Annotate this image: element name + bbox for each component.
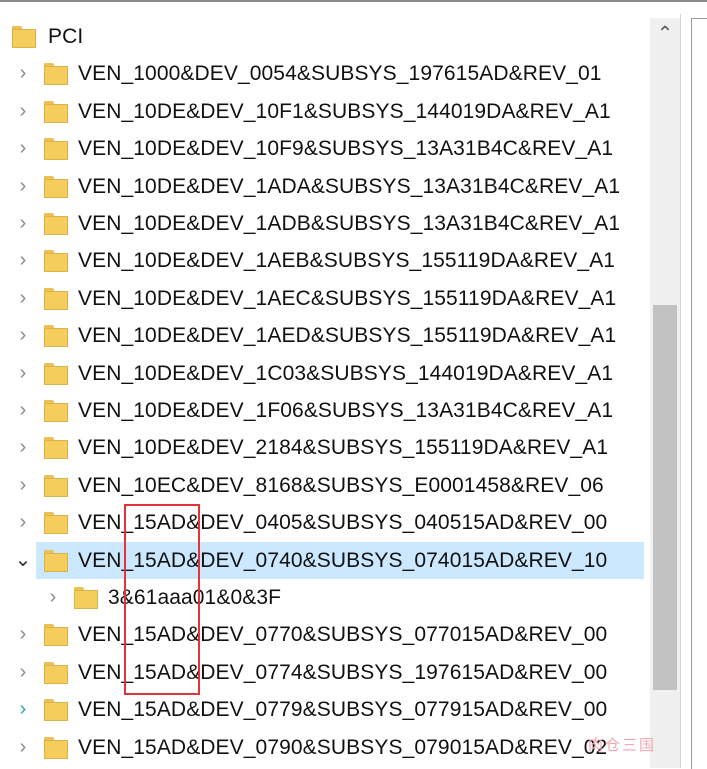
registry-tree[interactable]: PCI › VEN_1000&DEV_0054&SUBSYS_197615AD&R…: [0, 18, 650, 768]
chevron-right-icon[interactable]: ›: [16, 63, 30, 83]
chevron-right-icon[interactable]: ›: [16, 101, 30, 121]
chevron-right-icon[interactable]: ›: [16, 325, 30, 345]
chevron-right-icon[interactable]: ›: [16, 363, 30, 383]
tree-item-label: VEN_15AD&DEV_0779&SUBSYS_077915AD&REV_00: [78, 698, 608, 721]
chevron-right-icon[interactable]: ›: [16, 288, 30, 308]
chevron-right-icon[interactable]: ›: [16, 662, 30, 682]
tree-item[interactable]: › VEN_15AD&DEV_0774&SUBSYS_197615AD&REV_0…: [0, 654, 650, 691]
tree-item-label: VEN_15AD&DEV_0790&SUBSYS_079015AD&REV_02: [78, 736, 608, 759]
folder-icon: [44, 63, 68, 85]
tree-item[interactable]: › VEN_10DE&DEV_1F06&SUBSYS_13A31B4C&REV_A…: [0, 392, 650, 429]
chevron-right-icon[interactable]: ›: [16, 624, 30, 644]
tree-item-label: VEN_10DE&DEV_1AED&SUBSYS_155119DA&REV_A1: [78, 324, 617, 347]
folder-icon: [44, 737, 68, 759]
tree-item-label: VEN_10EC&DEV_8168&SUBSYS_E0001458&REV_06: [78, 474, 604, 497]
folder-icon: [44, 512, 68, 534]
tree-child-item[interactable]: › 3&61aaa01&0&3F: [0, 579, 650, 616]
tree-item[interactable]: › VEN_15AD&DEV_0770&SUBSYS_077015AD&REV_0…: [0, 616, 650, 653]
chevron-right-icon[interactable]: ›: [16, 512, 30, 532]
folder-icon: [44, 437, 68, 459]
right-pane-edge: [680, 14, 707, 769]
tree-item[interactable]: › VEN_10DE&DEV_1ADB&SUBSYS_13A31B4C&REV_A…: [0, 205, 650, 242]
folder-icon: [44, 325, 68, 347]
chevron-up-icon[interactable]: ⌃: [650, 18, 680, 48]
tree-item[interactable]: › VEN_15AD&DEV_0790&SUBSYS_079015AD&REV_0…: [0, 729, 650, 766]
tree-item-label: VEN_1000&DEV_0054&SUBSYS_197615AD&REV_01: [78, 62, 602, 85]
window-top-border: [0, 0, 707, 14]
tree-item[interactable]: › VEN_10DE&DEV_1C03&SUBSYS_144019DA&REV_A…: [0, 355, 650, 392]
folder-icon: [44, 624, 68, 646]
tree-item-label: VEN_10DE&DEV_1ADA&SUBSYS_13A31B4C&REV_A1: [78, 175, 621, 198]
scrollbar-thumb[interactable]: [653, 305, 677, 690]
tree-item-label: VEN_10DE&DEV_2184&SUBSYS_155119DA&REV_A1: [78, 436, 609, 459]
chevron-right-icon[interactable]: ›: [46, 587, 60, 607]
tree-item[interactable]: › VEN_10DE&DEV_10F1&SUBSYS_144019DA&REV_A…: [0, 93, 650, 130]
tree-item[interactable]: › VEN_10DE&DEV_1AEB&SUBSYS_155119DA&REV_A…: [0, 242, 650, 279]
chevron-right-icon[interactable]: ›: [16, 437, 30, 457]
folder-icon: [74, 587, 98, 609]
tree-item-label: VEN_10DE&DEV_10F9&SUBSYS_13A31B4C&REV_A1: [78, 137, 614, 160]
tree-item-label: VEN_10DE&DEV_1AEB&SUBSYS_155119DA&REV_A1: [78, 249, 616, 272]
folder-icon: [44, 363, 68, 385]
chevron-right-icon[interactable]: ›: [16, 250, 30, 270]
tree-item[interactable]: › VEN_10DE&DEV_1AED&SUBSYS_155119DA&REV_A…: [0, 317, 650, 354]
chevron-right-icon[interactable]: ›: [16, 699, 30, 719]
folder-icon: [44, 288, 68, 310]
chevron-right-icon[interactable]: ›: [16, 400, 30, 420]
folder-icon: [12, 26, 36, 48]
tree-item-label: VEN_10DE&DEV_1C03&SUBSYS_144019DA&REV_A1: [78, 362, 614, 385]
chevron-right-icon[interactable]: ›: [16, 213, 30, 233]
tree-item[interactable]: › VEN_15AD&DEV_0779&SUBSYS_077915AD&REV_0…: [0, 691, 650, 728]
tree-item[interactable]: › VEN_10EC&DEV_8168&SUBSYS_E0001458&REV_0…: [0, 467, 650, 504]
folder-icon: [44, 475, 68, 497]
tree-item[interactable]: › VEN_10DE&DEV_10F9&SUBSYS_13A31B4C&REV_A…: [0, 130, 650, 167]
tree-root-label: PCI: [48, 25, 84, 48]
folder-icon: [44, 250, 68, 272]
folder-icon: [44, 550, 68, 572]
tree-item[interactable]: › VEN_10DE&DEV_1ADA&SUBSYS_13A31B4C&REV_A…: [0, 168, 650, 205]
watermark: 肉仓三国: [588, 737, 657, 754]
chevron-down-icon[interactable]: ⌄: [15, 550, 32, 570]
tree-item-label: VEN_10DE&DEV_1ADB&SUBSYS_13A31B4C&REV_A1: [78, 212, 621, 235]
folder-icon: [44, 400, 68, 422]
tree-item-label: VEN_10DE&DEV_1AEC&SUBSYS_155119DA&REV_A1: [78, 287, 617, 310]
tree-item[interactable]: › VEN_10DE&DEV_1AEC&SUBSYS_155119DA&REV_A…: [0, 280, 650, 317]
tree-root-pci[interactable]: PCI: [0, 18, 650, 55]
vertical-scrollbar[interactable]: ⌃: [650, 18, 680, 768]
chevron-right-icon[interactable]: ›: [16, 138, 30, 158]
tree-item[interactable]: › VEN_1000&DEV_0054&SUBSYS_197615AD&REV_0…: [0, 55, 650, 92]
chevron-right-icon[interactable]: ›: [16, 737, 30, 757]
tree-item-label: VEN_10DE&DEV_1F06&SUBSYS_13A31B4C&REV_A1: [78, 399, 614, 422]
tree-item-label: VEN_10DE&DEV_10F1&SUBSYS_144019DA&REV_A1: [78, 100, 611, 123]
tree-item[interactable]: › VEN_15AD&DEV_0405&SUBSYS_040515AD&REV_0…: [0, 504, 650, 541]
folder-icon: [44, 662, 68, 684]
folder-icon: [44, 213, 68, 235]
folder-icon: [44, 138, 68, 160]
chevron-right-icon[interactable]: ›: [16, 475, 30, 495]
folder-icon: [44, 176, 68, 198]
folder-icon: [44, 699, 68, 721]
folder-icon: [44, 101, 68, 123]
tree-item[interactable]: › VEN_10DE&DEV_2184&SUBSYS_155119DA&REV_A…: [0, 429, 650, 466]
red-highlight-box: [124, 504, 200, 695]
chevron-right-icon[interactable]: ›: [16, 176, 30, 196]
